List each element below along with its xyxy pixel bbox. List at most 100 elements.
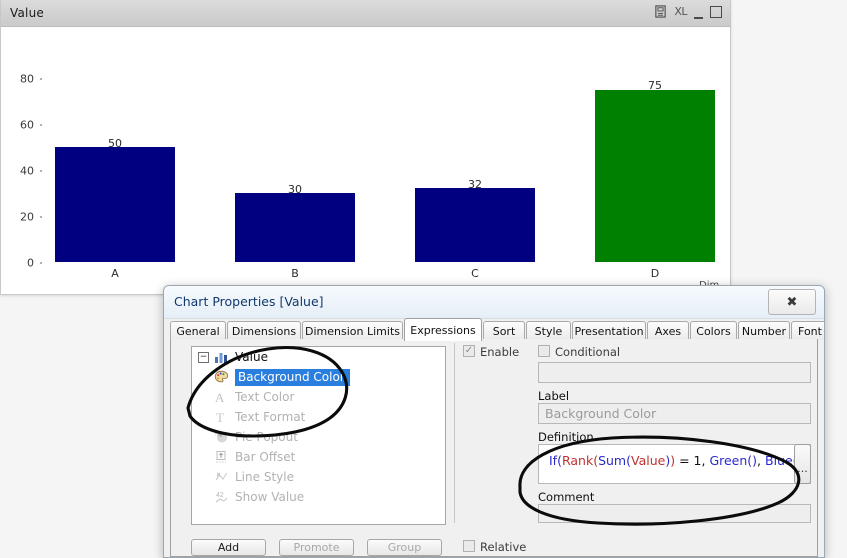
expressions-panel: − Value Background Color A Text Color T … [170, 339, 818, 557]
y-tick-label: 60 [20, 118, 34, 132]
tab-dimensions[interactable]: Dimensions [227, 321, 301, 340]
token: Value [631, 453, 666, 468]
bar-value-label-b: 30 [288, 183, 302, 196]
maximize-icon[interactable] [710, 5, 722, 18]
palette-icon [214, 370, 229, 383]
excel-export-icon[interactable]: XL [674, 5, 687, 18]
svg-text:T: T [216, 410, 224, 424]
letter-t-icon: T [216, 410, 224, 424]
label-input[interactable]: Background Color [538, 403, 811, 424]
letter-a-icon: A [215, 390, 225, 404]
tree-item-pie-popout[interactable]: Pie Popout [192, 427, 445, 447]
label-field-caption: Label [538, 389, 570, 403]
definition-browse-button[interactable]: ... [794, 444, 811, 484]
y-tick-label: 40 [20, 164, 34, 178]
tab-style[interactable]: Style [526, 321, 571, 340]
tree-item-label: Line Style [235, 470, 294, 484]
token: Sum( [598, 453, 631, 468]
tab-font[interactable]: Font [791, 321, 824, 340]
relative-checkbox[interactable] [463, 540, 475, 552]
add-button[interactable]: Add [191, 539, 266, 556]
bar-chart-icon [215, 353, 227, 363]
chart-window: Value XL 80 60 40 20 0 50 A 30 B 32 C 75… [0, 0, 731, 295]
tab-general[interactable]: General [170, 321, 226, 340]
definition-expression: If(Rank(Sum(Value)) = 1, Green(), Blue()… [549, 453, 807, 468]
comment-input[interactable] [538, 504, 811, 523]
bar-value-label-c: 32 [468, 178, 482, 191]
bar-b[interactable] [235, 193, 355, 262]
token: = 1, [675, 453, 710, 468]
bar-c[interactable] [415, 188, 535, 262]
tree-item-label: Background Color [235, 368, 350, 386]
tree-item-line-style[interactable]: Line Style [192, 467, 445, 487]
show-value-icon: 42 [215, 492, 228, 503]
tree-item-text-color[interactable]: A Text Color [192, 387, 445, 407]
tree-item-show-value[interactable]: 42 Show Value [192, 487, 445, 507]
tab-dimension-limits[interactable]: Dimension Limits [302, 321, 403, 340]
tree-item-label: Text Format [235, 410, 306, 424]
category-label-a: A [111, 267, 119, 280]
category-label-d: D [650, 267, 660, 280]
dialog-titlebar: Chart Properties [Value] ✖ [164, 286, 824, 319]
tab-presentation[interactable]: Presentation [572, 321, 646, 340]
token: , [757, 453, 765, 468]
category-label-c: C [471, 267, 479, 280]
tree-root-value[interactable]: − Value [192, 347, 445, 367]
y-tick-mark [40, 78, 42, 80]
tab-sort[interactable]: Sort [483, 321, 525, 340]
token: Rank( [561, 453, 599, 468]
conditional-checkbox[interactable] [538, 345, 550, 357]
enable-checkbox[interactable]: ✓ [463, 345, 475, 357]
promote-button[interactable]: Promote [279, 539, 354, 556]
chart-titlebar: Value XL [1, 0, 730, 27]
tree-root-label: Value [235, 350, 268, 364]
bar-value-label-d: 75 [648, 79, 662, 92]
token: If( [549, 453, 562, 468]
tree-item-text-format[interactable]: T Text Format [192, 407, 445, 427]
print-icon[interactable] [654, 5, 667, 18]
enable-checkbox-label: Enable [480, 345, 520, 359]
tree-item-label: Pie Popout [235, 430, 298, 444]
svg-text:A: A [215, 390, 225, 404]
y-tick-mark [40, 124, 42, 126]
definition-input[interactable]: If(Rank(Sum(Value)) = 1, Green(), Blue()… [538, 444, 811, 484]
tree-item-bar-offset[interactable]: Bar Offset [192, 447, 445, 467]
y-tick-label: 20 [20, 210, 34, 224]
y-tick-label: 80 [20, 72, 34, 86]
pie-icon [215, 431, 227, 443]
collapse-icon[interactable]: − [198, 351, 209, 363]
tree-item-background-color[interactable]: Background Color [192, 367, 445, 387]
tab-number[interactable]: Number [738, 321, 790, 340]
bar-offset-icon [216, 451, 226, 463]
chart-properties-dialog: Chart Properties [Value] ✖ General Dimen… [163, 285, 825, 558]
expressions-tree[interactable]: − Value Background Color A Text Color T … [191, 346, 446, 525]
y-tick-mark [40, 216, 42, 218]
conditional-input[interactable] [538, 362, 811, 383]
y-tick-mark [40, 170, 42, 172]
tree-item-label: Text Color [235, 390, 295, 404]
tree-item-label: Bar Offset [235, 450, 296, 464]
group-button[interactable]: Group [367, 539, 442, 556]
definition-caption: Definition [538, 430, 594, 444]
minimize-icon[interactable] [694, 8, 703, 19]
y-tick-label: 0 [27, 256, 34, 270]
relative-checkbox-label: Relative [480, 540, 527, 554]
chart-window-title: Value [10, 6, 44, 20]
close-icon[interactable]: ✖ [768, 289, 816, 315]
tab-expressions[interactable]: Expressions [404, 318, 482, 341]
bar-value-label-a: 50 [108, 137, 122, 150]
bar-d[interactable] [595, 89, 715, 262]
chart-titlebar-icons: XL [654, 5, 722, 19]
svg-text:42: 42 [216, 492, 224, 499]
comment-caption: Comment [538, 490, 595, 504]
line-style-icon [215, 472, 228, 481]
panel-divider [454, 343, 455, 523]
chart-plot-area: 80 60 40 20 0 50 A 30 B 32 C 75 D Dim [2, 27, 729, 293]
category-label-b: B [291, 267, 299, 280]
tab-axes[interactable]: Axes [647, 321, 689, 340]
dialog-title: Chart Properties [Value] [174, 294, 324, 309]
tree-item-label: Show Value [235, 490, 305, 504]
token: Green() [709, 453, 758, 468]
tab-colors[interactable]: Colors [690, 321, 737, 340]
bar-a[interactable] [55, 147, 175, 262]
